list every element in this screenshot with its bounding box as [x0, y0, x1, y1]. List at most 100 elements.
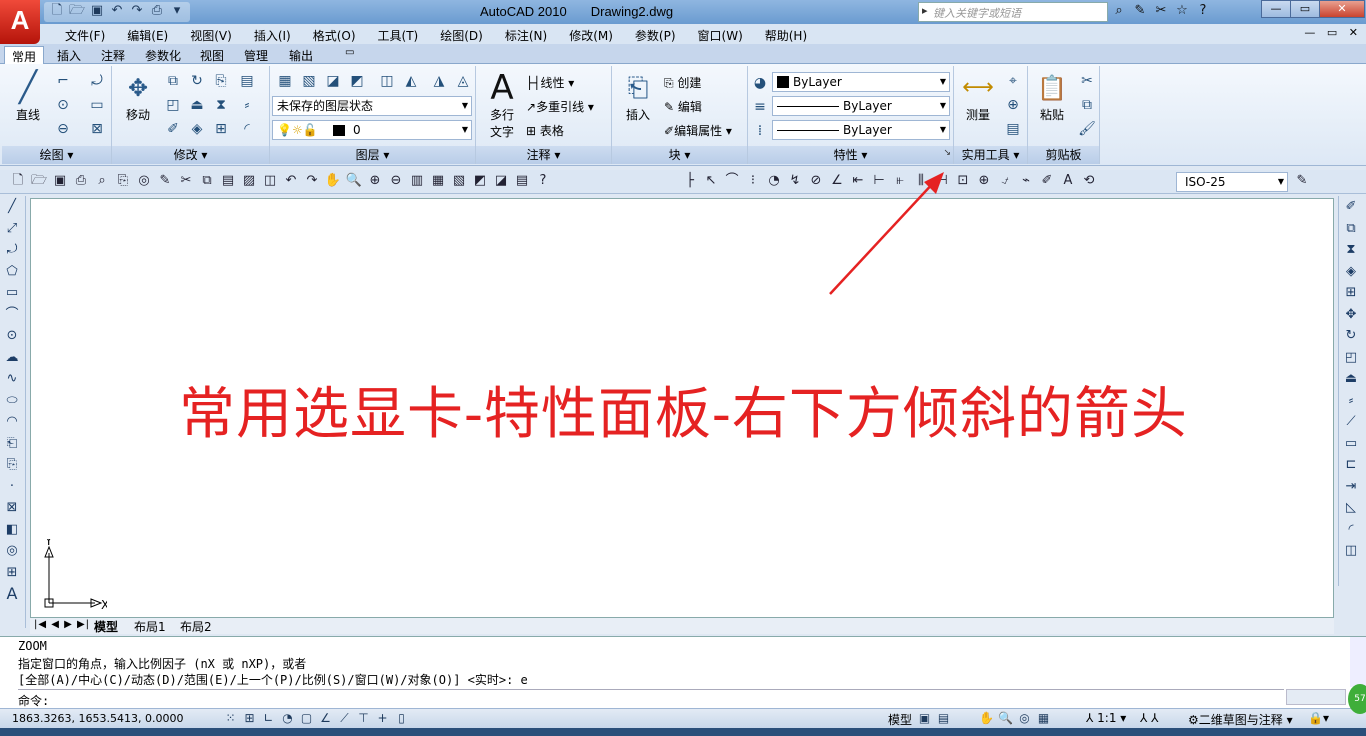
tab-annotate[interactable]: 注释 — [94, 46, 132, 64]
line-icon[interactable]: ╱ — [0, 196, 24, 218]
drawing-canvas[interactable]: 常用选显卡-特性面板-右下方倾斜的箭头 Y X — [30, 198, 1334, 618]
paste-icon[interactable]: ▤ — [218, 172, 238, 192]
panel-modify-title[interactable]: 修改 ▾ — [112, 146, 269, 164]
edit-block-button[interactable]: ✎ 编辑 — [664, 98, 702, 115]
offset-icon[interactable]: ◈ — [186, 118, 208, 140]
menu-edit[interactable]: 编辑(E) — [116, 27, 179, 44]
dimension-style-icon[interactable]: ✎ — [1292, 172, 1312, 192]
dyn-icon[interactable]: ⊤ — [355, 710, 372, 727]
mirror-icon[interactable]: ⧗ — [210, 94, 232, 116]
fillet-icon[interactable]: ◜ — [1339, 519, 1363, 541]
measure-button[interactable]: ⟷ 测量 — [958, 70, 998, 123]
join-icon[interactable]: ⇥ — [1339, 476, 1363, 498]
command-hscrollbar[interactable] — [1286, 689, 1346, 705]
quick-select-icon[interactable]: ⌖ — [1002, 70, 1024, 92]
search-input[interactable]: 键入关键字或短语 — [918, 2, 1108, 22]
sheet-set-icon[interactable]: ◩ — [470, 172, 490, 192]
layer-combo[interactable]: 💡☼🔓 0 — [272, 120, 472, 140]
radius-icon[interactable]: ◔ — [764, 172, 784, 192]
redo-icon[interactable]: ↷ — [302, 172, 322, 192]
menu-file[interactable]: 文件(F) — [54, 27, 116, 44]
communication-center-icon[interactable]: ✎ — [1131, 2, 1149, 20]
create-block-button[interactable]: ⎘ 创建 — [664, 74, 701, 91]
stretch-icon[interactable]: ⏏ — [186, 94, 208, 116]
ducs-icon[interactable]: ⟋ — [336, 710, 353, 727]
chamfer-icon[interactable]: ◺ — [1339, 497, 1363, 519]
quick-view-layouts-icon[interactable]: ▣ — [916, 710, 933, 727]
fillet-icon[interactable]: ◜ — [236, 118, 258, 140]
subscription-icon[interactable]: ✂ — [1152, 2, 1170, 20]
new-icon[interactable]: 🗋 — [8, 172, 28, 192]
pan-icon[interactable]: ✋ — [323, 172, 343, 192]
circle-icon[interactable]: ⊙ — [0, 325, 24, 347]
grid-icon[interactable]: ⊞ — [241, 710, 258, 727]
match-properties-icon[interactable]: ▨ — [239, 172, 259, 192]
tool-palettes-icon[interactable]: ▧ — [449, 172, 469, 192]
copy-icon[interactable]: ⧉ — [197, 172, 217, 192]
move-icon[interactable]: ✥ — [1339, 304, 1363, 326]
ortho-icon[interactable]: ∟ — [260, 710, 277, 727]
dim-update-icon[interactable]: ⟲ — [1079, 172, 1099, 192]
layer-walk-icon[interactable]: ◬ — [452, 70, 474, 92]
polyline-icon[interactable]: ⤾ — [0, 239, 24, 261]
ellipse-arc-icon[interactable]: ◠ — [0, 411, 24, 433]
explode-icon[interactable]: ⸗ — [236, 94, 258, 116]
minimize-button[interactable]: — — [1261, 0, 1291, 18]
ellipse-icon[interactable]: ⬭ — [0, 390, 24, 412]
trim-icon[interactable]: ⎘ — [210, 70, 232, 92]
undo-icon[interactable]: ↶ — [108, 2, 126, 20]
open-icon[interactable]: 🗁 — [29, 172, 49, 192]
qp-icon[interactable]: ▯ — [393, 710, 410, 727]
color-combo[interactable]: ByLayer — [772, 72, 950, 92]
help-icon[interactable]: ? — [533, 172, 553, 192]
undo-icon[interactable]: ↶ — [281, 172, 301, 192]
move-button[interactable]: ✥ 移动 — [118, 70, 158, 123]
showmotion-icon[interactable]: ▦ — [1035, 710, 1052, 727]
annotation-visibility-icon[interactable]: ⅄ ⅄ — [1140, 711, 1158, 725]
zoom-icon[interactable]: 🔍 — [997, 710, 1014, 727]
open-icon[interactable]: 🗁 — [68, 2, 86, 20]
document-window-controls[interactable]: — ▭ ✕ — [1304, 26, 1362, 39]
lineweight-icon[interactable]: ⁞ — [750, 120, 770, 142]
break-icon[interactable]: ⊏ — [1339, 454, 1363, 476]
menu-help[interactable]: 帮助(H) — [754, 27, 818, 44]
otrack-icon[interactable]: ∠ — [317, 710, 334, 727]
linetype-icon[interactable]: ≡ — [750, 96, 770, 118]
insert-block-button[interactable]: ⎗ 插入 — [618, 70, 658, 123]
coordinates-readout[interactable]: 1863.3263, 1653.5413, 0.0000 — [12, 712, 183, 725]
menu-draw[interactable]: 绘图(D) — [429, 27, 494, 44]
table-button[interactable]: ⊞ 表格 — [526, 122, 564, 139]
color-wheel-icon[interactable]: ◕ — [750, 72, 770, 94]
command-scrollbar[interactable] — [1350, 637, 1366, 687]
new-icon[interactable]: 🗋 — [48, 2, 66, 20]
polar-icon[interactable]: ◔ — [279, 710, 296, 727]
tab-layout2[interactable]: 布局2 — [180, 618, 212, 635]
extend-icon[interactable]: ⟋ — [1339, 411, 1363, 433]
maximize-button[interactable]: ▭ — [1290, 0, 1320, 18]
status-badge[interactable]: 57 — [1348, 684, 1366, 714]
plot-icon[interactable]: ⎙ — [148, 2, 166, 20]
block-editor-icon[interactable]: ◫ — [260, 172, 280, 192]
array-grid-icon[interactable]: ⊞ — [210, 118, 232, 140]
copy-icon[interactable]: ⧉ — [162, 70, 184, 92]
line-button[interactable]: ╱ 直线 — [8, 70, 48, 123]
dimstyle-combo[interactable]: ISO-25 — [1176, 172, 1288, 192]
lineweight-combo[interactable]: ByLayer — [772, 120, 950, 140]
inspect-icon[interactable]: ⍻ — [995, 172, 1015, 192]
panel-annotation-title[interactable]: 注释 ▾ — [476, 146, 611, 164]
rotate-icon[interactable]: ↻ — [186, 70, 208, 92]
paste-button[interactable]: 📋 粘贴 — [1032, 70, 1072, 123]
menu-window[interactable]: 窗口(W) — [687, 27, 754, 44]
tab-insert[interactable]: 插入 — [50, 46, 88, 64]
favorites-star-icon[interactable]: ☆ — [1173, 2, 1191, 20]
circle-icon[interactable]: ⊙ — [52, 94, 74, 116]
model-space-button[interactable]: 模型 — [888, 711, 912, 728]
panel-block-title[interactable]: 块 ▾ — [612, 146, 747, 164]
zoom-window-icon[interactable]: ⊕ — [365, 172, 385, 192]
tab-view[interactable]: 视图 — [193, 46, 231, 64]
gradient-icon[interactable]: ◧ — [0, 519, 24, 541]
redo-icon[interactable]: ↷ — [128, 2, 146, 20]
zoom-realtime-icon[interactable]: 🔍 — [344, 172, 364, 192]
match-properties-icon[interactable]: 🖌 — [1076, 118, 1098, 140]
menu-format[interactable]: 格式(O) — [302, 27, 367, 44]
